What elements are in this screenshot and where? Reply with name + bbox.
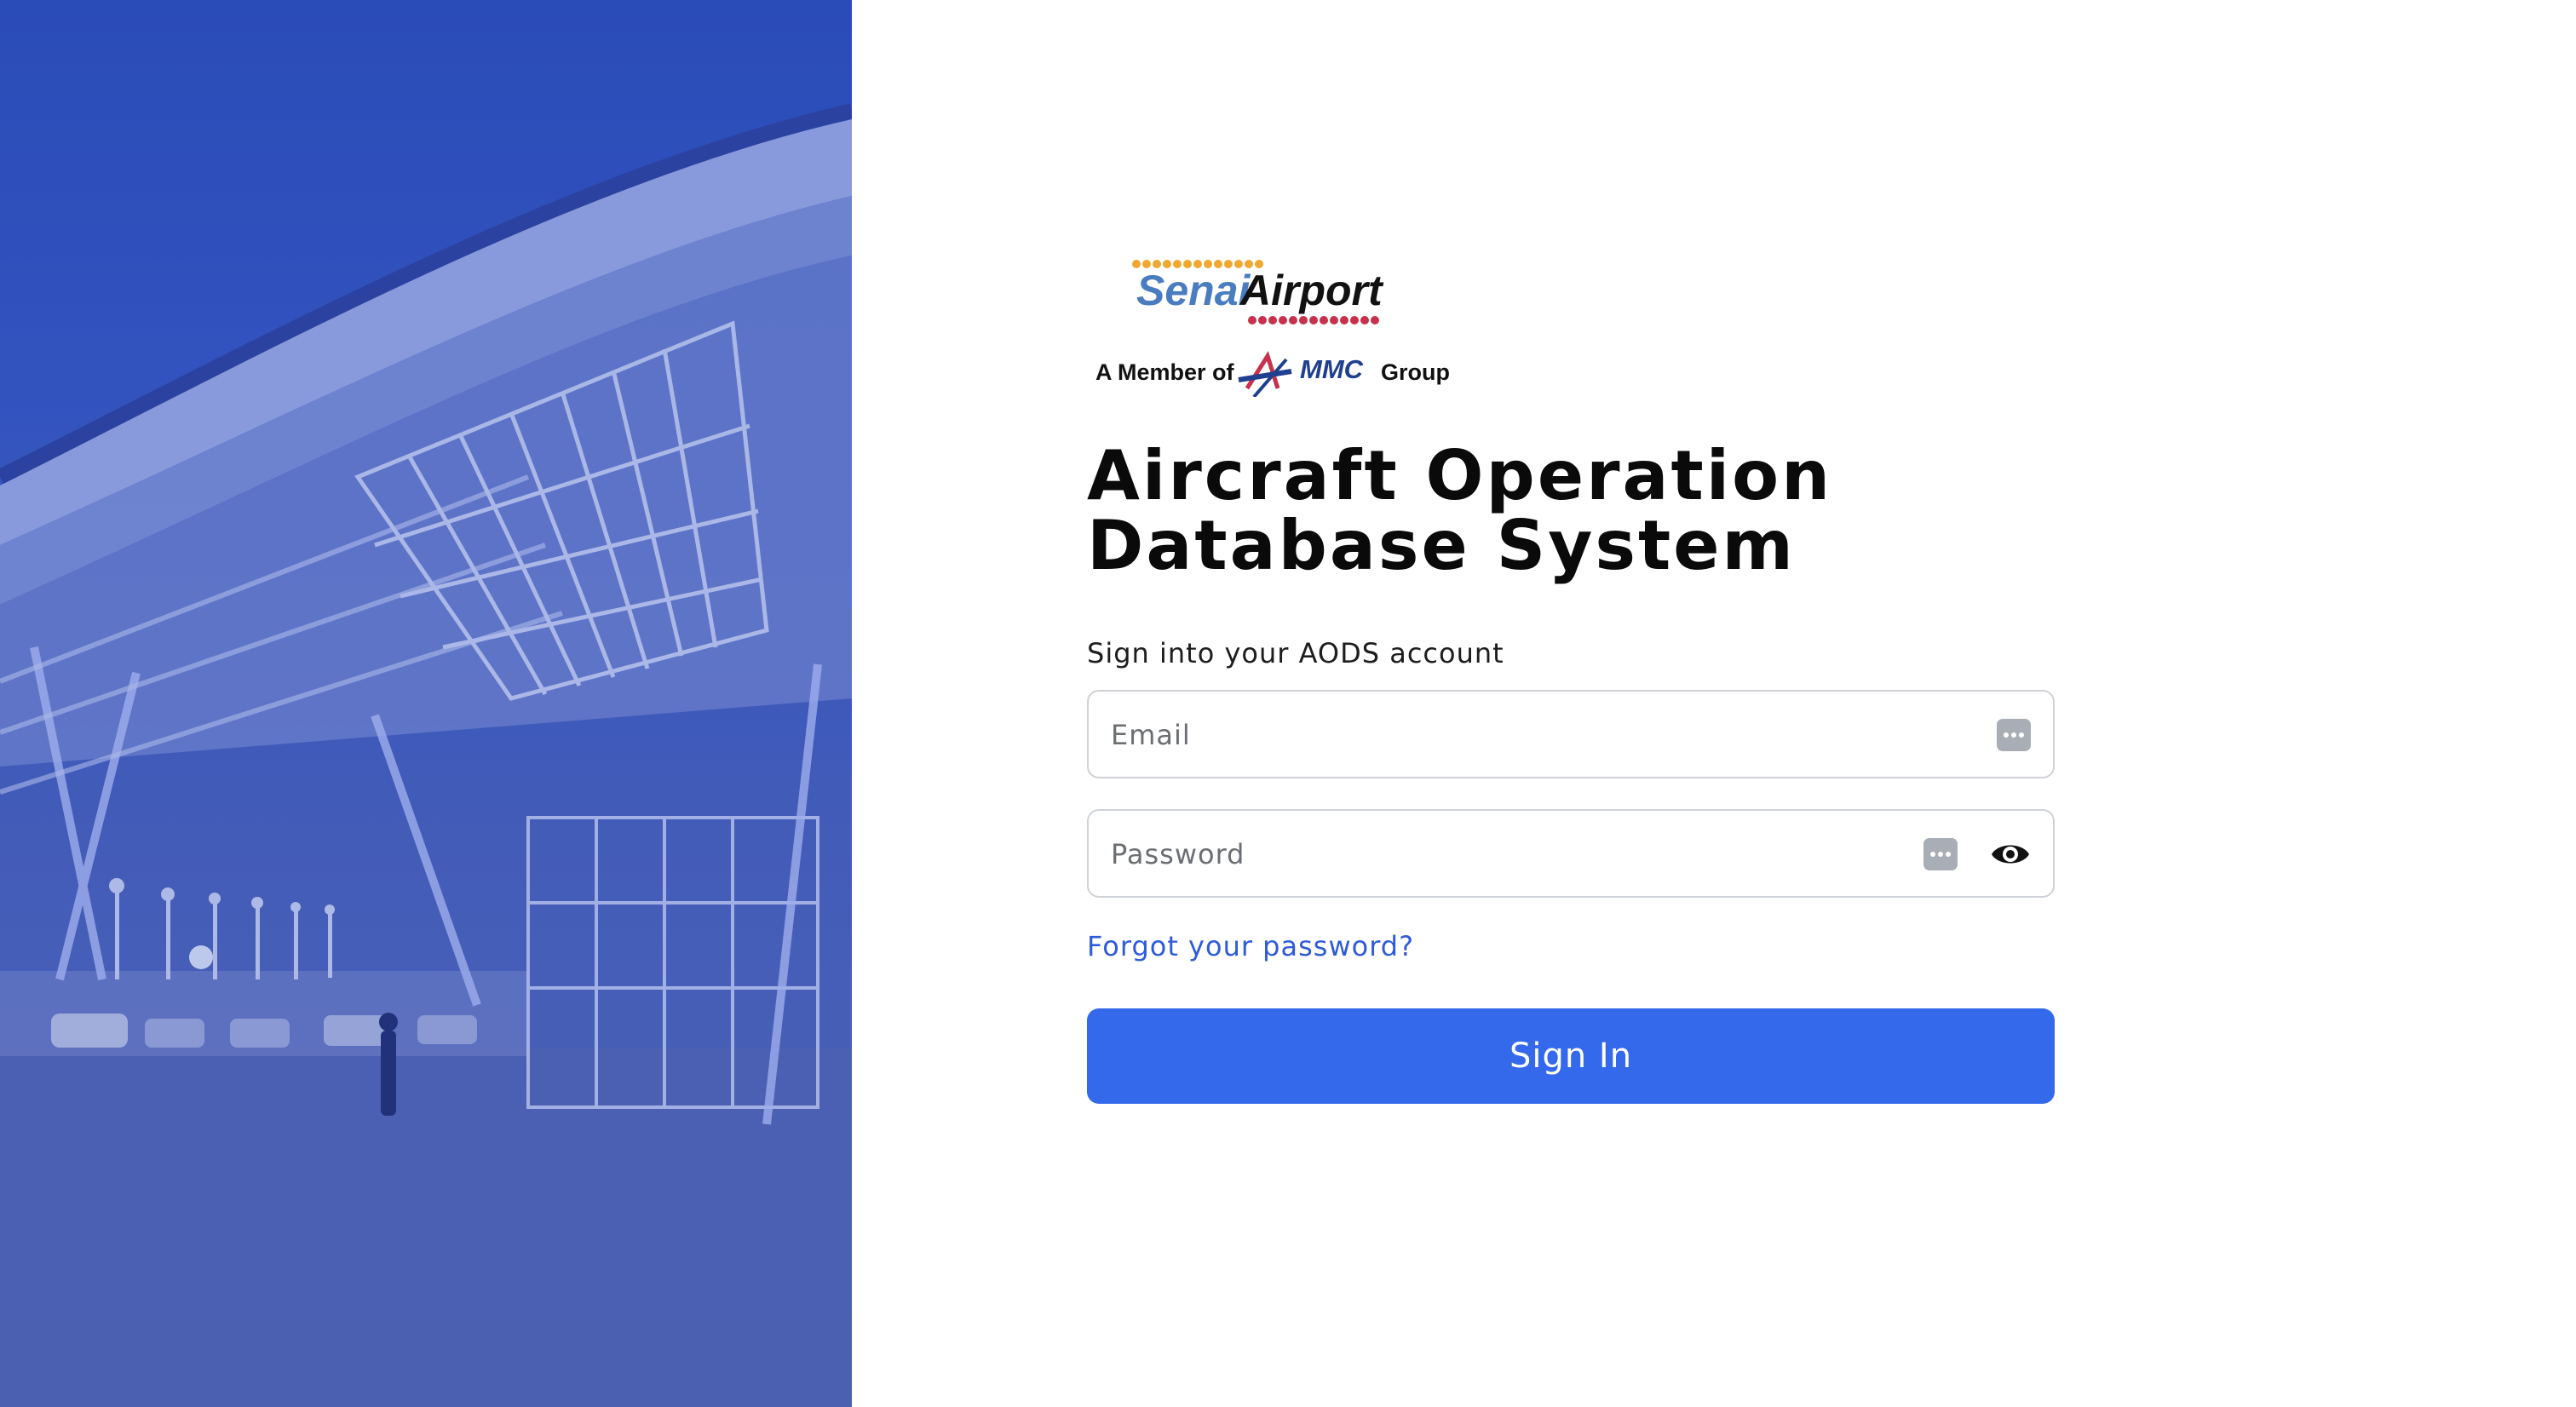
svg-text:A Member of: A Member of — [1095, 359, 1235, 385]
password-field[interactable] — [1087, 809, 2055, 898]
svg-text:Group: Group — [1381, 359, 1450, 385]
page-title: Aircraft Operation Database System — [1087, 441, 1832, 581]
login-page: Senai Airport A Member of MMC Group Airc… — [0, 0, 2576, 1407]
eye-icon[interactable] — [1990, 838, 2031, 870]
sign-in-button[interactable]: Sign In — [1087, 1008, 2055, 1104]
hero-image-panel — [0, 0, 852, 1407]
senai-airport-logo: Senai Airport A Member of MMC Group — [1095, 260, 1450, 397]
title-line-1: Aircraft Operation — [1087, 436, 1833, 515]
password-input[interactable] — [1109, 811, 1879, 898]
forgot-password-link[interactable]: Forgot your password? — [1087, 930, 1414, 962]
password-manager-icon[interactable] — [1923, 838, 1958, 870]
email-input[interactable] — [1109, 692, 1879, 778]
signin-subtitle: Sign into your AODS account — [1087, 637, 1504, 669]
password-manager-icon[interactable] — [1997, 719, 2031, 751]
airport-terminal-image — [0, 0, 852, 1407]
title-line-2: Database System — [1087, 506, 1796, 585]
mmc-emblem-icon — [1238, 351, 1292, 397]
svg-text:MMC: MMC — [1300, 354, 1364, 384]
svg-text:Airport: Airport — [1239, 267, 1384, 314]
email-field[interactable] — [1087, 690, 2055, 778]
svg-text:Senai: Senai — [1136, 267, 1251, 314]
